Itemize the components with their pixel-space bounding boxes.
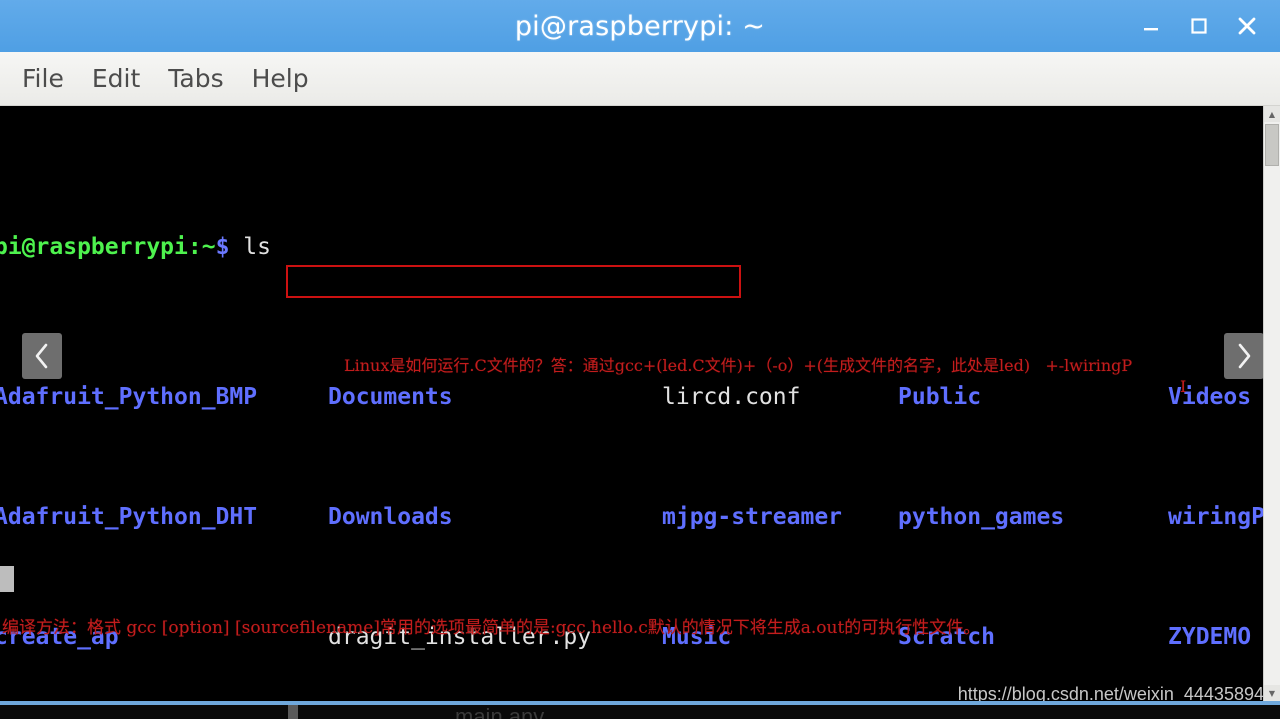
ls-entry: Downloads <box>328 504 453 530</box>
chevron-right-icon <box>1233 341 1255 371</box>
terminal-line-prompt-ls: pi@raspberrypi:~$ ls <box>0 232 1280 262</box>
prompt-symbol: $ <box>215 234 230 260</box>
ls-entry: Public <box>898 384 982 410</box>
ls-entry: python_games <box>898 504 1065 530</box>
ls-entry: mjpg-streamer <box>662 504 843 530</box>
window-titlebar[interactable]: pi@raspberrypi: ~ <box>0 0 1280 52</box>
screenshot-root: pi@raspberrypi: ~ File Edit Tabs Help pi… <box>0 0 1280 719</box>
window-controls <box>1134 0 1274 52</box>
terminal-body[interactable]: pi@raspberrypi:~$ ls Adafruit_Python_BMP… <box>0 106 1280 701</box>
bottom-ghost-text: main anv <box>455 704 545 719</box>
annotation-bottom: 编译方法：格式 gcc [option] [sourcefilename]常用的… <box>2 618 981 638</box>
menubar: File Edit Tabs Help <box>0 52 1280 106</box>
menu-item-edit[interactable]: Edit <box>78 62 154 95</box>
terminal-cursor <box>0 566 14 592</box>
terminal-scrollbar[interactable]: ▲ ▼ <box>1263 106 1280 701</box>
bottom-tab-marker <box>288 705 298 719</box>
close-icon <box>1235 14 1259 38</box>
annotation-middle-wrap: I <box>1180 377 1187 396</box>
ls-entry: lircd.conf <box>662 384 801 410</box>
scrollbar-down-arrow[interactable]: ▼ <box>1264 685 1280 701</box>
chevron-left-icon <box>31 341 53 371</box>
carousel-prev-button[interactable] <box>22 333 62 379</box>
menu-item-file[interactable]: File <box>8 62 78 95</box>
maximize-icon <box>1188 15 1210 37</box>
scrollbar-up-arrow[interactable]: ▲ <box>1264 106 1280 122</box>
close-button[interactable] <box>1230 9 1264 43</box>
ls-output-row: Adafruit_Python_BMP Documents lircd.conf Pu… <box>0 382 1280 412</box>
menu-item-help[interactable]: Help <box>238 62 323 95</box>
minimize-icon <box>1140 15 1162 37</box>
prompt-userhost: pi@raspberrypi <box>0 234 188 260</box>
menu-item-tabs[interactable]: Tabs <box>154 62 237 95</box>
ls-entry: Adafruit_Python_BMP <box>0 384 258 410</box>
ls-output-row: Adafruit_Python_DHT Downloads mjpg-streame… <box>0 502 1280 532</box>
prompt-path: :~ <box>187 234 216 260</box>
ls-entry: Adafruit_Python_DHT <box>0 504 258 530</box>
scrollbar-thumb[interactable] <box>1265 124 1279 166</box>
ls-entry: Documents <box>328 384 453 410</box>
carousel-next-button[interactable] <box>1224 333 1264 379</box>
command-ls: ls <box>243 234 271 260</box>
minimize-button[interactable] <box>1134 9 1168 43</box>
window-title: pi@raspberrypi: ~ <box>514 10 766 42</box>
maximize-button[interactable] <box>1182 9 1216 43</box>
annotation-middle: Linux是如何运行.C文件的？答：通过gcc+(led.C文件)+（-o）+(… <box>344 356 1133 375</box>
